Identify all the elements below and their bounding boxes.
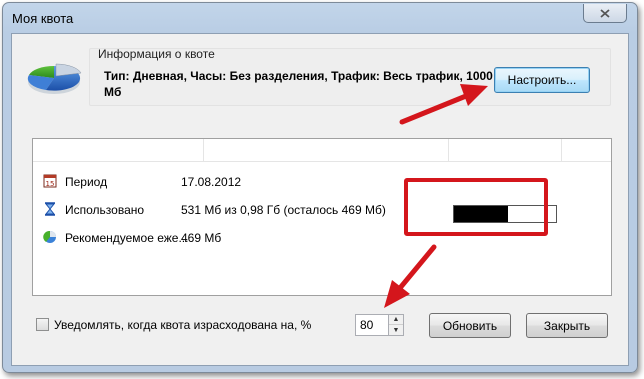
dialog-client-area: Информация о квоте Тип: Дневная, Часы: Б… bbox=[11, 33, 629, 366]
title-bar[interactable]: Моя квота bbox=[3, 3, 637, 33]
threshold-input[interactable]: 80 bbox=[355, 314, 389, 336]
column-divider[interactable] bbox=[203, 139, 204, 161]
hourglass-icon bbox=[44, 202, 56, 216]
triangle-down-icon: ▼ bbox=[392, 326, 400, 334]
column-divider[interactable] bbox=[448, 139, 449, 161]
quota-type-text: Тип: Дневная, Часы: Без разделения, Траф… bbox=[104, 69, 493, 99]
window-title: Моя квота bbox=[12, 11, 74, 26]
stats-list-header bbox=[33, 139, 611, 162]
close-button[interactable]: Закрыть bbox=[526, 313, 608, 338]
spinner-up-button[interactable]: ▲ bbox=[389, 315, 403, 325]
quota-window: Моя квота Информация о квоте Тип: Дневна… bbox=[2, 2, 638, 373]
recommended-value: 469 Мб bbox=[181, 231, 222, 245]
window-close-button[interactable] bbox=[583, 4, 627, 23]
close-icon bbox=[600, 8, 610, 18]
triangle-up-icon: ▲ bbox=[392, 316, 400, 323]
quota-info-group-title: Информация о квоте bbox=[98, 47, 215, 61]
recommended-label: Рекомендуемое еже... bbox=[65, 231, 189, 245]
notify-checkbox[interactable] bbox=[36, 318, 49, 331]
column-divider[interactable] bbox=[561, 139, 562, 161]
quota-pie-icon bbox=[27, 63, 82, 94]
svg-text:15: 15 bbox=[46, 180, 55, 188]
period-value: 17.08.2012 bbox=[181, 175, 242, 189]
spinner-down-button[interactable]: ▼ bbox=[389, 325, 403, 335]
configure-button[interactable]: Настроить... bbox=[494, 67, 590, 93]
refresh-button[interactable]: Обновить bbox=[429, 313, 511, 338]
notify-checkbox-label[interactable]: Уведомлять, когда квота израсходована на… bbox=[54, 318, 311, 332]
calendar-icon: 15 bbox=[43, 174, 57, 188]
threshold-spinner: ▲ ▼ bbox=[389, 314, 404, 336]
used-label: Использовано bbox=[65, 203, 145, 217]
period-label: Период bbox=[65, 175, 108, 189]
highlight-box bbox=[404, 178, 548, 236]
globe-icon bbox=[43, 230, 56, 243]
used-value: 531 Мб из 0,98 Гб (осталось 469 Мб) bbox=[181, 203, 386, 217]
